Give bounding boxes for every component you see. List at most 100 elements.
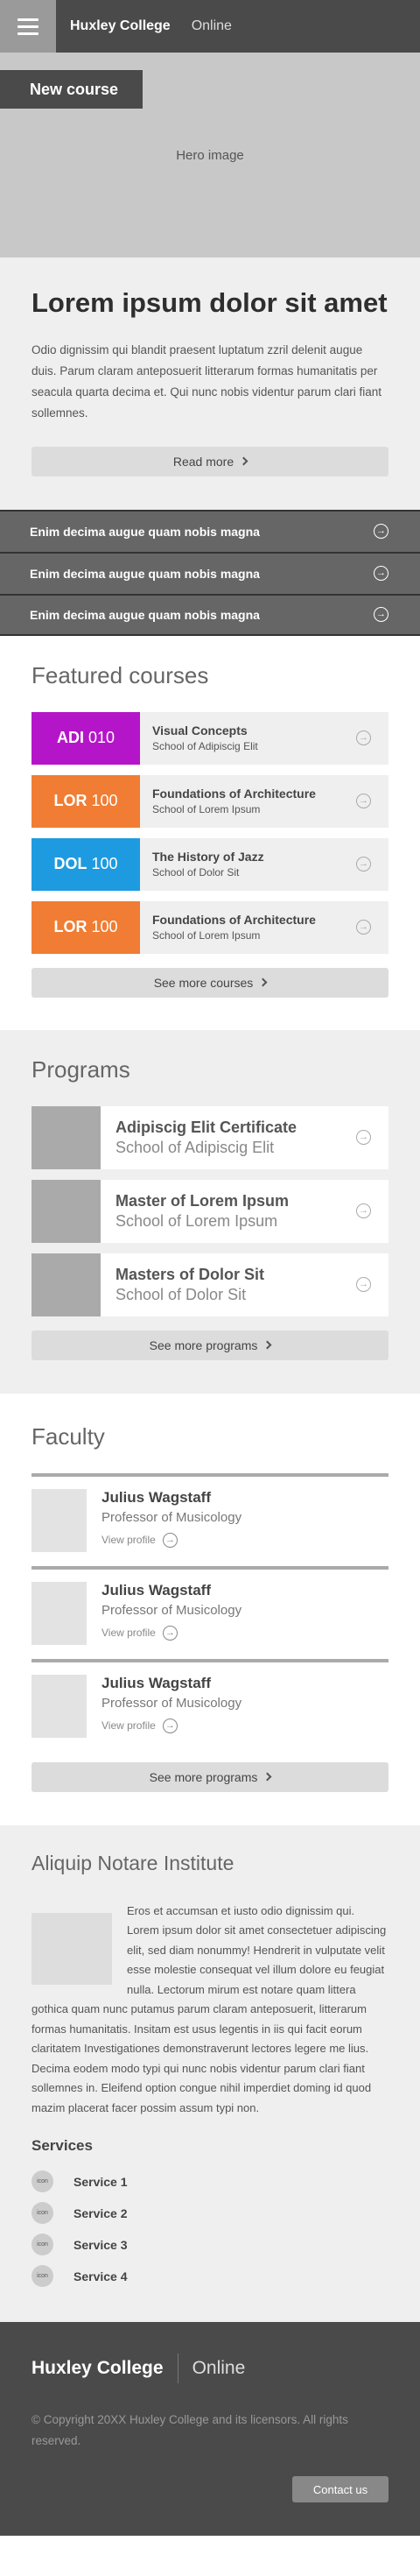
service-label: Service 3 (74, 2237, 128, 2252)
course-code-prefix: LOR (53, 918, 88, 936)
chevron-right-icon (239, 456, 248, 466)
brand-name[interactable]: Huxley College (70, 18, 171, 34)
service-item[interactable]: icon Service 1 (32, 2170, 388, 2193)
course-card[interactable]: LOR 100 Foundations of Architecture Scho… (32, 774, 388, 828)
read-more-button[interactable]: Read more (32, 446, 388, 476)
arrow-circle-icon: → (356, 857, 371, 872)
accordion-item-label: Enim decima augue quam nobis magna (30, 607, 260, 622)
program-school: School of Dolor Sit (116, 1285, 247, 1303)
faculty-name: Julius Wagstaff (102, 1674, 211, 1691)
hero-image: New course Hero image (0, 53, 420, 258)
arrow-circle-icon: → (162, 1718, 178, 1733)
course-code: ADI 010 (32, 711, 140, 765)
view-profile-label: View profile (102, 1534, 156, 1547)
faculty-photo (32, 1488, 87, 1552)
program-thumbnail (32, 1253, 101, 1316)
program-card[interactable]: Master of Lorem Ipsum School of Lorem Ip… (32, 1179, 388, 1243)
service-item[interactable]: icon Service 3 (32, 2234, 388, 2256)
see-more-programs-button[interactable]: See more programs (32, 1330, 388, 1360)
accordion-item[interactable]: Enim decima augue quam nobis magna → (0, 593, 420, 636)
featured-courses-title: Featured courses (32, 661, 209, 688)
service-icon: icon (32, 2170, 53, 2193)
intro-body: Odio dignissim qui blandit praesent lupt… (32, 342, 382, 420)
view-profile-label: View profile (102, 1627, 156, 1640)
arrow-circle-icon: → (374, 566, 388, 582)
program-school: School of Adipiscig Elit (116, 1138, 275, 1156)
course-title: Foundations of Architecture (152, 787, 316, 801)
course-school: School of Lorem Ipsum (152, 803, 261, 816)
faculty-role: Professor of Musicology (102, 1695, 242, 1711)
program-card[interactable]: Adipiscig Elit Certificate School of Adi… (32, 1105, 388, 1169)
brand-subtitle: Online (191, 18, 232, 33)
footer-brand: Huxley College Online (32, 2354, 388, 2384)
hero-image-label: Hero image (176, 147, 244, 163)
service-item[interactable]: icon Service 4 (32, 2265, 388, 2288)
view-profile-label: View profile (102, 1719, 156, 1733)
view-profile-link[interactable]: View profile → (102, 1718, 242, 1733)
arrow-circle-icon: → (356, 730, 371, 746)
see-more-courses-label: See more courses (153, 975, 254, 990)
arrow-circle-icon: → (356, 1277, 371, 1293)
see-more-programs-label: See more programs (149, 1337, 258, 1352)
view-profile-link[interactable]: View profile → (102, 1532, 242, 1548)
course-card[interactable]: DOL 100 The History of Jazz School of Do… (32, 837, 388, 891)
program-thumbnail (32, 1179, 101, 1243)
arrow-circle-icon: → (374, 524, 388, 540)
chevron-right-icon (262, 1340, 272, 1350)
service-label: Service 4 (74, 2269, 128, 2283)
chevron-right-icon (262, 1772, 272, 1782)
arrow-circle-icon: → (356, 1203, 371, 1219)
top-bar: Huxley College Online (0, 0, 420, 53)
program-school: School of Lorem Ipsum (116, 1211, 278, 1230)
hamburger-menu-icon[interactable] (0, 0, 56, 53)
institute-section: Aliquip Notare Institute Eros et accumsa… (0, 1824, 420, 2323)
course-code-prefix: ADI (56, 729, 84, 747)
accordion-item[interactable]: Enim decima augue quam nobis magna → (0, 509, 420, 552)
chevron-right-icon (258, 977, 268, 987)
service-label: Service 2 (74, 2205, 128, 2220)
course-code-number: 100 (91, 918, 118, 936)
arrow-circle-icon: → (356, 1130, 371, 1146)
intro-heading: Lorem ipsum dolor sit amet (32, 287, 388, 318)
faculty-name: Julius Wagstaff (102, 1581, 211, 1599)
course-school: School of Lorem Ipsum (152, 929, 261, 942)
accordion-item-label: Enim decima augue quam nobis magna (30, 566, 260, 581)
program-thumbnail (32, 1105, 101, 1169)
footer-brand-subtitle: Online (192, 2358, 246, 2379)
course-code-prefix: DOL (53, 855, 88, 873)
course-code-number: 100 (91, 792, 118, 810)
accordion-list: Enim decima augue quam nobis magna → Eni… (0, 509, 420, 636)
program-title: Master of Lorem Ipsum (116, 1191, 290, 1210)
course-code: DOL 100 (32, 837, 140, 891)
faculty-card: Julius Wagstaff Professor of Musicology … (32, 1565, 388, 1645)
accordion-item[interactable]: Enim decima augue quam nobis magna → (0, 551, 420, 594)
footer-brand-name[interactable]: Huxley College (32, 2358, 164, 2379)
faculty-role: Professor of Musicology (102, 1509, 242, 1525)
faculty-section: Faculty Julius Wagstaff Professor of Mus… (0, 1393, 420, 1825)
faculty-photo (32, 1674, 87, 1738)
faculty-role: Professor of Musicology (102, 1602, 242, 1618)
view-profile-link[interactable]: View profile → (102, 1625, 242, 1641)
featured-courses-section: Featured courses ADI 010 Visual Concepts… (0, 635, 420, 1030)
course-title: Foundations of Architecture (152, 913, 316, 928)
service-item[interactable]: icon Service 2 (32, 2202, 388, 2225)
see-more-faculty-button[interactable]: See more programs (32, 1761, 388, 1792)
course-card[interactable]: ADI 010 Visual Concepts School of Adipis… (32, 711, 388, 765)
course-title: Visual Concepts (152, 723, 248, 738)
see-more-courses-button[interactable]: See more courses (32, 967, 388, 998)
contact-us-button[interactable]: Contact us (292, 2476, 388, 2503)
program-title: Masters of Dolor Sit (116, 1265, 265, 1283)
course-card[interactable]: LOR 100 Foundations of Architecture Scho… (32, 900, 388, 954)
new-course-badge[interactable]: New course (0, 70, 143, 109)
course-code-prefix: LOR (53, 792, 88, 810)
arrow-circle-icon: → (162, 1532, 178, 1548)
service-icon: icon (32, 2234, 53, 2256)
arrow-circle-icon: → (162, 1625, 178, 1641)
footer: Huxley College Online © Copyright 20XX H… (0, 2322, 420, 2537)
service-label: Service 1 (74, 2174, 128, 2189)
arrow-circle-icon: → (356, 794, 371, 809)
arrow-circle-icon: → (374, 607, 388, 623)
program-title: Adipiscig Elit Certificate (116, 1118, 298, 1136)
faculty-card: Julius Wagstaff Professor of Musicology … (32, 1472, 388, 1552)
program-card[interactable]: Masters of Dolor Sit School of Dolor Sit… (32, 1253, 388, 1316)
